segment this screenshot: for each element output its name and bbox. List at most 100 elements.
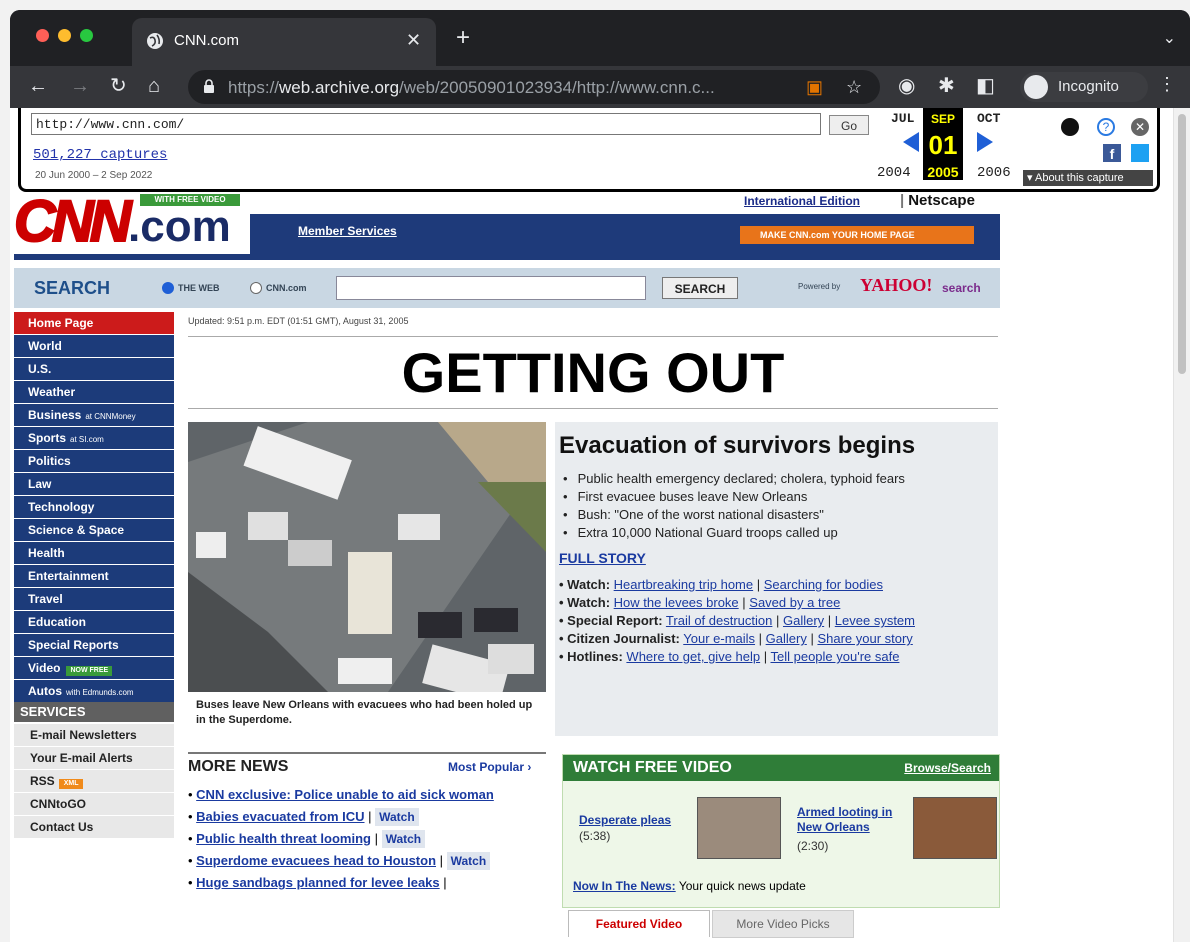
- nav-item[interactable]: Special Reports: [14, 634, 174, 656]
- international-edition-link[interactable]: International Edition: [744, 194, 860, 208]
- service-item[interactable]: E-mail Newsletters: [14, 724, 174, 747]
- member-services-link[interactable]: Member Services: [298, 224, 397, 238]
- related-link[interactable]: Levee system: [835, 613, 915, 628]
- nav-item[interactable]: Business at CNNMoney: [14, 404, 174, 426]
- scroll-thumb[interactable]: [1178, 114, 1186, 374]
- watch-button[interactable]: Watch: [381, 830, 426, 848]
- related-link[interactable]: Saved by a tree: [749, 595, 840, 610]
- service-item[interactable]: RSS XML: [14, 770, 174, 793]
- radio-cnn[interactable]: [250, 282, 262, 294]
- related-link[interactable]: Where to get, give help: [626, 649, 760, 664]
- prev-month[interactable]: JUL: [891, 111, 914, 126]
- netscape-logo[interactable]: | Netscape: [900, 192, 975, 209]
- tab-cnn[interactable]: CNN.com ✕: [132, 18, 436, 66]
- related-link[interactable]: Gallery: [766, 631, 807, 646]
- bookmark-star-icon[interactable]: ☆: [846, 77, 862, 98]
- home-icon[interactable]: ⌂: [148, 74, 160, 98]
- nav-item[interactable]: Health: [14, 542, 174, 564]
- extension-icon[interactable]: ◉: [898, 74, 915, 98]
- nav-item[interactable]: Entertainment: [14, 565, 174, 587]
- video-thumbnail[interactable]: [913, 797, 997, 859]
- news-link[interactable]: Public health threat looming: [196, 831, 371, 846]
- next-month[interactable]: OCT: [977, 111, 1000, 126]
- nav-item[interactable]: Video NOW FREE: [14, 657, 174, 679]
- nav-item[interactable]: Weather: [14, 381, 174, 403]
- back-icon[interactable]: ←: [28, 74, 48, 98]
- make-home-page-button[interactable]: MAKE CNN.com YOUR HOME PAGE: [740, 226, 974, 244]
- watch-button[interactable]: Watch: [375, 808, 419, 826]
- video-thumbnail[interactable]: [697, 797, 781, 859]
- menu-icon[interactable]: ⋮: [1158, 74, 1176, 95]
- close-window-icon[interactable]: [36, 29, 49, 42]
- video-link[interactable]: Desperate pleas: [579, 813, 689, 828]
- reload-icon[interactable]: ↻: [110, 74, 127, 98]
- next-capture-icon[interactable]: [977, 132, 993, 152]
- nav-item[interactable]: Autos with Edmunds.com: [14, 680, 174, 702]
- related-link[interactable]: Tell people you're safe: [771, 649, 900, 664]
- wayback-url-input[interactable]: http://www.cnn.com/: [31, 113, 821, 135]
- related-link[interactable]: Searching for bodies: [764, 577, 883, 592]
- captures-link[interactable]: 501,227 captures: [33, 147, 167, 163]
- related-link[interactable]: Share your story: [817, 631, 912, 646]
- nav-item[interactable]: Sports at SI.com: [14, 427, 174, 449]
- site-settings-icon[interactable]: ▣: [806, 77, 823, 98]
- about-capture-button[interactable]: ▾ About this capture: [1023, 170, 1153, 186]
- forward-icon[interactable]: →: [70, 74, 90, 98]
- full-story-link[interactable]: FULL STORY: [559, 550, 646, 566]
- close-tab-icon[interactable]: ✕: [406, 30, 421, 51]
- nav-item[interactable]: Travel: [14, 588, 174, 610]
- facebook-icon[interactable]: f: [1103, 144, 1121, 162]
- wayback-go-button[interactable]: Go: [829, 115, 869, 135]
- prev-capture-icon[interactable]: [903, 132, 919, 152]
- news-link[interactable]: Babies evacuated from ICU: [196, 809, 364, 824]
- related-link[interactable]: Your e-mails: [683, 631, 755, 646]
- nav-item[interactable]: Science & Space: [14, 519, 174, 541]
- lead-photo[interactable]: [188, 422, 546, 692]
- related-link[interactable]: Heartbreaking trip home: [614, 577, 753, 592]
- help-icon[interactable]: ?: [1097, 118, 1115, 136]
- service-item[interactable]: CNNtoGO: [14, 793, 174, 816]
- nav-item[interactable]: U.S.: [14, 358, 174, 380]
- radio-the-web[interactable]: [162, 282, 174, 294]
- lead-story-title[interactable]: Evacuation of survivors begins: [559, 432, 915, 460]
- user-icon[interactable]: [1061, 118, 1079, 136]
- side-panel-icon[interactable]: ◧: [976, 74, 995, 98]
- free-video-badge[interactable]: WITH FREE VIDEO: [140, 194, 240, 206]
- incognito-badge[interactable]: Incognito: [1020, 72, 1148, 102]
- related-link[interactable]: Gallery: [783, 613, 824, 628]
- search-button[interactable]: SEARCH: [662, 277, 738, 299]
- related-link[interactable]: How the levees broke: [614, 595, 739, 610]
- next-year[interactable]: 2006: [977, 165, 1011, 181]
- browse-search-link[interactable]: Browse/Search: [904, 761, 991, 775]
- tab-more-video[interactable]: More Video Picks: [712, 910, 854, 938]
- watch-button[interactable]: Watch: [446, 852, 491, 870]
- most-popular-link[interactable]: Most Popular ›: [448, 760, 531, 774]
- address-bar[interactable]: https://web.archive.org/web/200509010239…: [188, 70, 880, 104]
- related-link[interactable]: Trail of destruction: [666, 613, 772, 628]
- nav-item[interactable]: Law: [14, 473, 174, 495]
- nav-item[interactable]: World: [14, 335, 174, 357]
- twitter-icon[interactable]: [1131, 144, 1149, 162]
- maximize-window-icon[interactable]: [80, 29, 93, 42]
- news-link[interactable]: Superdome evacuees head to Houston: [196, 853, 436, 868]
- main-headline[interactable]: GETTING OUT: [188, 340, 998, 405]
- service-item[interactable]: Your E-mail Alerts: [14, 747, 174, 770]
- nav-item[interactable]: Politics: [14, 450, 174, 472]
- close-icon[interactable]: ✕: [1131, 118, 1149, 136]
- prev-year[interactable]: 2004: [877, 165, 911, 181]
- video-link[interactable]: Armed looting in New Orleans: [797, 805, 907, 835]
- news-link[interactable]: Huge sandbags planned for levee leaks: [196, 875, 439, 890]
- search-input[interactable]: [336, 276, 646, 300]
- nav-item[interactable]: Technology: [14, 496, 174, 518]
- puzzle-icon[interactable]: ✱: [938, 74, 955, 98]
- nav-item[interactable]: Education: [14, 611, 174, 633]
- cnn-logo[interactable]: CNN: [13, 188, 133, 255]
- news-link[interactable]: CNN exclusive: Police unable to aid sick…: [196, 787, 494, 802]
- new-tab-icon[interactable]: +: [456, 26, 470, 50]
- service-item[interactable]: Contact Us: [14, 816, 174, 839]
- chevron-down-icon[interactable]: ⌄: [1163, 28, 1176, 48]
- nav-item[interactable]: Home Page: [14, 312, 174, 334]
- minimize-window-icon[interactable]: [58, 29, 71, 42]
- now-in-news-link[interactable]: Now In The News:: [573, 879, 676, 893]
- tab-featured-video[interactable]: Featured Video: [568, 910, 710, 937]
